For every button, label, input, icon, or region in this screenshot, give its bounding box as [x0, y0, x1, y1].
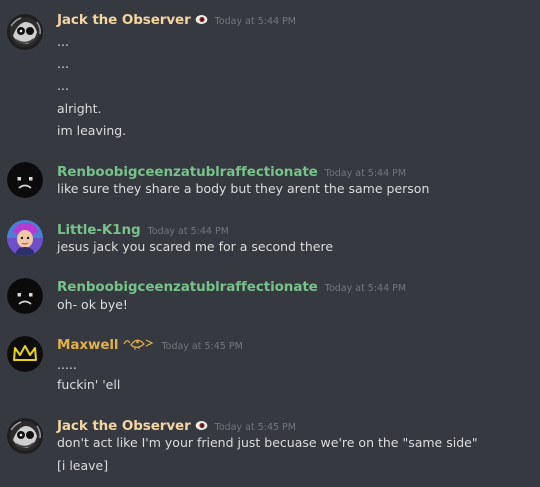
message-text: like sure they share a body but they are…: [57, 181, 430, 196]
character-avatar-icon: [7, 220, 43, 256]
timestamp[interactable]: Today at 5:44 PM: [325, 168, 406, 179]
avatar[interactable]: [7, 336, 43, 372]
message-header: Renboobigceenzatublraffectionate Today at…: [57, 162, 406, 180]
username[interactable]: Renboobigceenzatublraffectionate: [57, 279, 318, 295]
message-text: ...: [57, 34, 69, 49]
username[interactable]: Little-K1ng: [57, 222, 141, 238]
skull-avatar-icon: [7, 418, 43, 454]
timestamp[interactable]: Today at 5:45 PM: [161, 341, 242, 352]
avatar[interactable]: [7, 14, 43, 50]
avatar[interactable]: [7, 278, 43, 314]
message-header: Jack the Observer Today at 5:45 PM: [57, 416, 296, 434]
crown-avatar-icon: [7, 336, 43, 372]
skull-avatar-icon: [7, 14, 43, 50]
sad-face-avatar-icon: [7, 278, 43, 314]
avatar[interactable]: [7, 220, 43, 256]
timestamp[interactable]: Today at 5:44 PM: [215, 16, 296, 27]
message-header: Little-K1ng Today at 5:44 PM: [57, 220, 229, 238]
message-text: don't act like I'm your friend just becu…: [57, 435, 478, 450]
timestamp[interactable]: Today at 5:44 PM: [325, 283, 406, 294]
message-text: .....: [57, 357, 77, 372]
dripping-eye-icon: [122, 336, 154, 354]
username[interactable]: Maxwell: [57, 337, 119, 353]
message-header: Maxwell Today at 5:45 PM: [57, 335, 243, 353]
username[interactable]: Jack the Observer: [57, 12, 191, 28]
message-text: ...: [57, 78, 69, 93]
message-text: jesus jack you scared me for a second th…: [57, 239, 334, 254]
sad-face-avatar-icon: [7, 162, 43, 198]
chat-log: Jack the Observer Today at 5:44 PM ... ..…: [0, 0, 540, 487]
username[interactable]: Jack the Observer: [57, 418, 191, 434]
username[interactable]: Renboobigceenzatublraffectionate: [57, 164, 318, 180]
message-header: Renboobigceenzatublraffectionate Today at…: [57, 277, 406, 295]
message-text: fuckin' 'ell: [57, 377, 121, 392]
message-text: oh- ok bye!: [57, 297, 128, 312]
timestamp[interactable]: Today at 5:44 PM: [148, 226, 229, 237]
message-text: ...: [57, 56, 69, 71]
eye-icon: [195, 417, 208, 435]
timestamp[interactable]: Today at 5:45 PM: [215, 422, 296, 433]
message-text: im leaving.: [57, 123, 127, 138]
message-text: alright.: [57, 101, 102, 116]
message-text: [i leave]: [57, 458, 109, 473]
message-header: Jack the Observer Today at 5:44 PM: [57, 10, 296, 28]
avatar[interactable]: [7, 418, 43, 454]
avatar[interactable]: [7, 162, 43, 198]
eye-icon: [195, 11, 208, 29]
